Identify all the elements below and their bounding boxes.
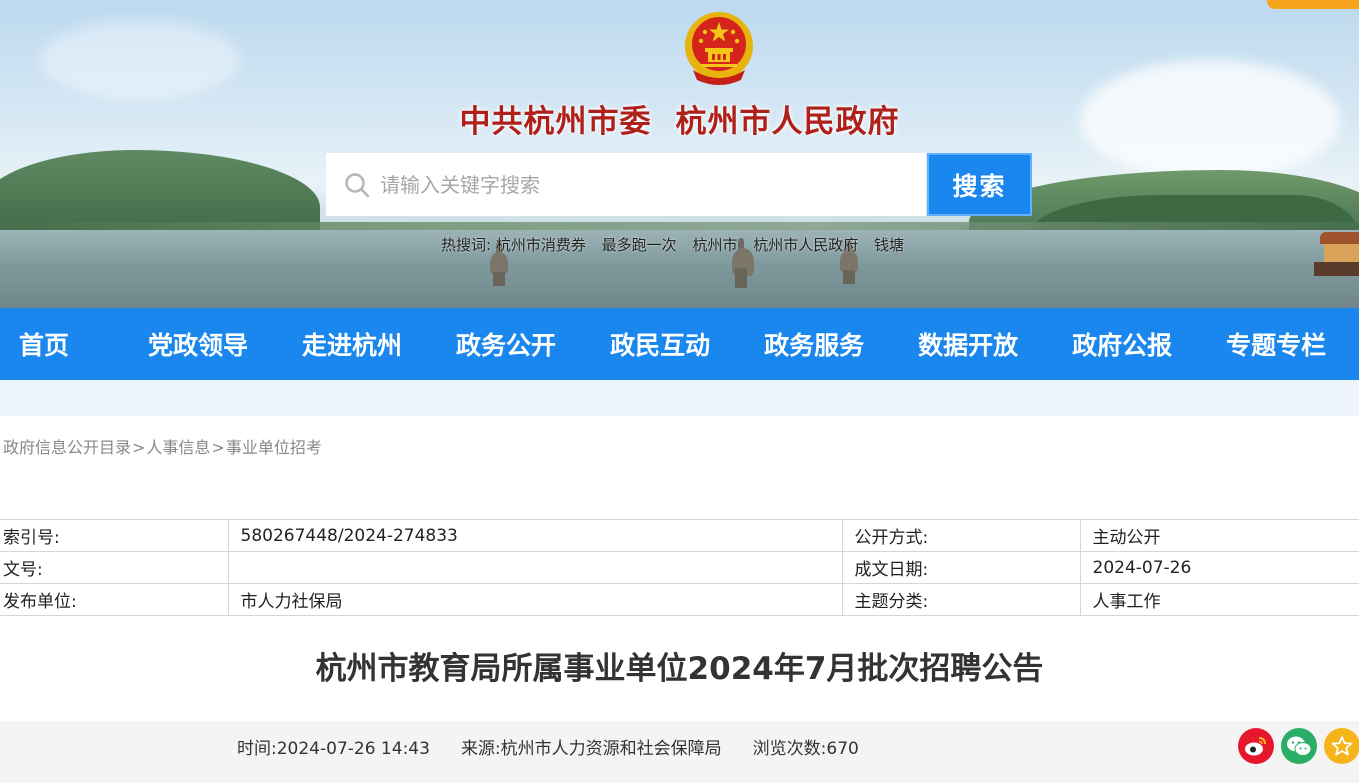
source-label: 来源: [460, 739, 501, 759]
breadcrumb-item[interactable]: 人事信息 [146, 438, 210, 457]
table-row: 发布单位: 市人力社保局 主题分类: 人事工作 [0, 583, 1359, 616]
time-label: 时间: [237, 739, 277, 759]
meta-value [227, 551, 842, 584]
meta-label: 索引号: [0, 519, 228, 552]
meta-value: 主动公开 [1079, 519, 1359, 552]
favorite-button[interactable] [1324, 728, 1359, 764]
view-count: 浏览次数:670 [753, 739, 859, 759]
article-source: 来源:杭州市人力资源和社会保障局 [461, 739, 722, 759]
share-wechat-button[interactable] [1281, 728, 1317, 764]
main-nav: 首页 党政领导 走进杭州 政务公开 政民互动 政务服务 数据开放 政府公报 专题… [0, 308, 1359, 380]
search-box [326, 153, 926, 216]
article-title: 杭州市教育局所属事业单位2024年7月批次招聘公告 [315, 651, 1044, 687]
share-weibo-button[interactable] [1238, 728, 1274, 764]
sub-bar [0, 380, 1359, 416]
publish-time: 时间:2024-07-26 14:43 [237, 739, 430, 759]
meta-value: 人事工作 [1079, 583, 1359, 616]
source-value: 杭州市人力资源和社会保障局 [500, 739, 722, 759]
nav-item-gazette[interactable]: 政府公报 [1072, 326, 1172, 362]
search-input[interactable] [380, 172, 900, 197]
hot-search-word[interactable]: 杭州市 [692, 236, 737, 254]
meta-value: 市人力社保局 [227, 583, 842, 616]
nav-item-home[interactable]: 首页 [19, 326, 69, 362]
nav-item-gov-services[interactable]: 政务服务 [764, 326, 864, 362]
breadcrumb: 政府信息公开目录>人事信息>事业单位招考 [3, 434, 322, 458]
cloud [40, 20, 240, 100]
hot-search-word[interactable]: 杭州市消费券 [496, 236, 586, 254]
meta-value: 2024-07-26 [1079, 551, 1359, 584]
meta-label: 成文日期: [841, 551, 1080, 584]
nav-item-interaction[interactable]: 政民互动 [610, 326, 710, 362]
hot-search-word[interactable]: 最多跑一次 [602, 236, 677, 254]
search-button[interactable]: 搜索 [927, 153, 1032, 216]
table-row: 文号: 成文日期: 2024-07-26 [0, 551, 1359, 584]
nav-item-gov-affairs-open[interactable]: 政务公开 [456, 326, 556, 362]
article-info-bar: 时间:2024-07-26 14:43 来源:杭州市人力资源和社会保障局 浏览次数:… [0, 721, 1359, 783]
hot-search-words: 热搜词: 杭州市消费券 最多跑一次 杭州市 杭州市人民政府 钱塘 [441, 234, 915, 255]
table-row: 索引号: 580267448/2024-274833 公开方式: 主动公开 [0, 519, 1359, 552]
breadcrumb-item[interactable]: 事业单位招考 [226, 438, 322, 457]
article-info: 时间:2024-07-26 14:43 来源:杭州市人力资源和社会保障局 浏览次数:… [237, 734, 890, 759]
wechat-icon [1287, 736, 1312, 756]
nav-item-about-hangzhou[interactable]: 走进杭州 [302, 326, 402, 362]
views-label: 浏览次数: [752, 739, 827, 759]
nav-item-open-data[interactable]: 数据开放 [918, 326, 1018, 362]
meta-value: 580267448/2024-274833 [227, 519, 842, 552]
views-value: 670 [826, 739, 859, 759]
meta-label: 发布单位: [0, 583, 228, 616]
site-title: 中共杭州市委 杭州市人民政府 [0, 96, 1359, 141]
info-meta-table: 索引号: 580267448/2024-274833 公开方式: 主动公开 文号… [0, 519, 1359, 616]
breadcrumb-separator: > [211, 438, 225, 457]
pleasure-boat-icon [1314, 232, 1359, 280]
nav-item-leaders[interactable]: 党政领导 [148, 326, 248, 362]
site-title-gov: 杭州市人民政府 [675, 104, 900, 140]
meta-label: 主题分类: [841, 583, 1080, 616]
meta-label: 公开方式: [841, 519, 1080, 552]
meta-label: 文号: [0, 551, 228, 584]
hot-search-word[interactable]: 杭州市人民政府 [753, 236, 858, 254]
time-value: 2024-07-26 14:43 [276, 739, 430, 759]
hot-search-label: 热搜词: [441, 236, 492, 254]
breadcrumb-separator: > [132, 438, 146, 457]
search-icon [345, 172, 370, 197]
nav-item-special-topics[interactable]: 专题专栏 [1226, 326, 1326, 362]
national-emblem-icon [685, 12, 753, 85]
star-icon [1331, 736, 1353, 756]
breadcrumb-item[interactable]: 政府信息公开目录 [3, 438, 131, 457]
site-title-party: 中共杭州市委 [459, 104, 652, 140]
hot-search-word[interactable]: 钱塘 [874, 236, 904, 254]
header-banner: 中共杭州市委杭州市人民政府 搜索 热搜词: 杭州市消费券 最多跑一次 杭州市 杭… [0, 0, 1359, 308]
top-corner-tab[interactable] [1267, 0, 1359, 9]
weibo-icon [1245, 737, 1266, 756]
